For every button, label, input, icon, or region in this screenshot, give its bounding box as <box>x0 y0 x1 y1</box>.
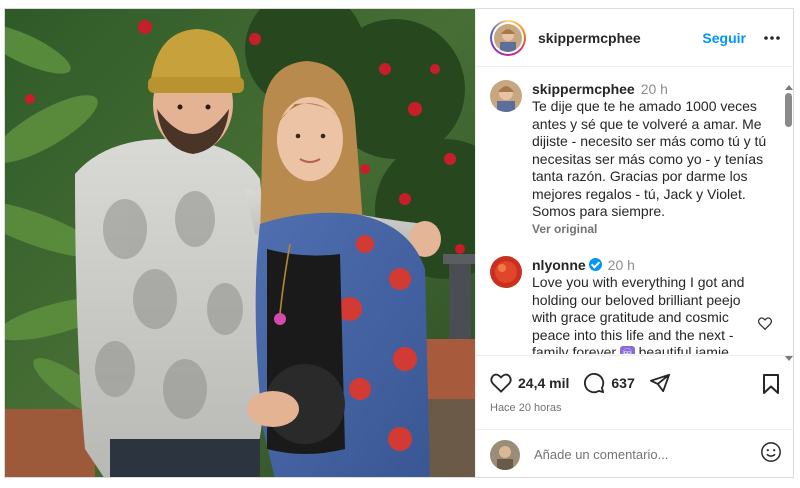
comments-scrollbar[interactable] <box>784 85 793 361</box>
comment-line: holding our beloved brilliant peejo <box>532 291 741 308</box>
couple-photo-illustration <box>5 9 475 477</box>
comment-text: Love you with everything I got and holdi… <box>532 274 774 354</box>
instagram-post-modal: skippermcphee Seguir skippermcphee 20 h … <box>4 8 794 478</box>
comment-line: with grace gratitude and cosmic <box>532 309 729 325</box>
comment-time[interactable]: 20 h <box>641 81 668 97</box>
bookmark-icon[interactable] <box>762 373 780 400</box>
caption-text: Te dije que te he amado 1000 veces antes… <box>532 98 774 221</box>
add-comment-bar <box>476 429 793 477</box>
comment-line: peace into this life and the next - <box>532 326 734 343</box>
infinity-emoji: ♾ <box>619 346 635 354</box>
comment-line-start: family forever <box>532 344 617 354</box>
caption-line: mejores regalos - tú, Jack y Violet. <box>532 185 746 202</box>
like-count[interactable]: 24,4 mil <box>518 375 569 391</box>
caption-avatar[interactable] <box>490 80 522 112</box>
comment-count[interactable]: 637 <box>611 375 634 391</box>
comment-icon <box>584 372 605 394</box>
scroll-thumb[interactable] <box>785 93 792 127</box>
post-header: skippermcphee Seguir <box>476 9 793 67</box>
comment-item: nlyonne 20 h Love you with everything I g… <box>490 256 774 354</box>
caption-line: tanta razón. Gracias por darme los <box>532 168 748 184</box>
author-username[interactable]: skippermcphee <box>538 30 641 46</box>
comment-input[interactable] <box>534 447 752 462</box>
comment-time[interactable]: 20 h <box>608 257 635 273</box>
more-horizontal-icon[interactable] <box>762 28 782 48</box>
comment-line: family forever ♾ beautiful jamie <box>532 344 774 354</box>
commenter-avatar[interactable] <box>490 256 522 288</box>
current-user-avatar <box>490 439 520 470</box>
post-photo[interactable] <box>5 9 475 477</box>
author-avatar[interactable] <box>490 19 526 56</box>
see-original-link[interactable]: Ver original <box>532 222 774 236</box>
comment-like-heart-icon[interactable] <box>758 317 772 335</box>
comment-line-end: beautiful jamie <box>638 344 729 354</box>
comment-line: Love you with everything I got and <box>532 274 745 290</box>
verified-badge-icon <box>588 258 602 271</box>
follow-button[interactable]: Seguir <box>702 30 746 46</box>
comment-username[interactable]: nlyonne <box>532 257 586 273</box>
caption-line: necesitas ser más como yo - y tenías <box>532 150 764 167</box>
share-button[interactable] <box>649 373 671 393</box>
scroll-up-icon[interactable] <box>785 85 793 90</box>
emoji-icon[interactable] <box>760 441 782 468</box>
author-avatar-image <box>494 23 522 52</box>
caption-line: Te dije que te he amado 1000 veces <box>532 98 757 114</box>
caption-line: dijiste - necesito ser más como tú y tú <box>532 133 767 149</box>
caption-line: antes y sé que te volveré a amar. Me <box>532 115 762 132</box>
like-button[interactable]: 24,4 mil <box>490 373 569 393</box>
caption-comment: skippermcphee 20 h Te dije que te he amad… <box>490 80 774 240</box>
heart-icon <box>490 373 512 393</box>
comments-list[interactable]: skippermcphee 20 h Te dije que te he amad… <box>476 68 793 354</box>
comment-button[interactable]: 637 <box>583 372 635 394</box>
comment-username[interactable]: skippermcphee <box>532 81 635 97</box>
post-side-panel: skippermcphee Seguir skippermcphee 20 h … <box>475 9 793 477</box>
caption-line: Somos para siempre. <box>532 203 666 219</box>
share-icon <box>649 373 670 393</box>
post-actions: 24,4 mil 637 Hace 20 horas <box>476 355 793 435</box>
post-timestamp[interactable]: Hace 20 horas <box>490 402 562 414</box>
